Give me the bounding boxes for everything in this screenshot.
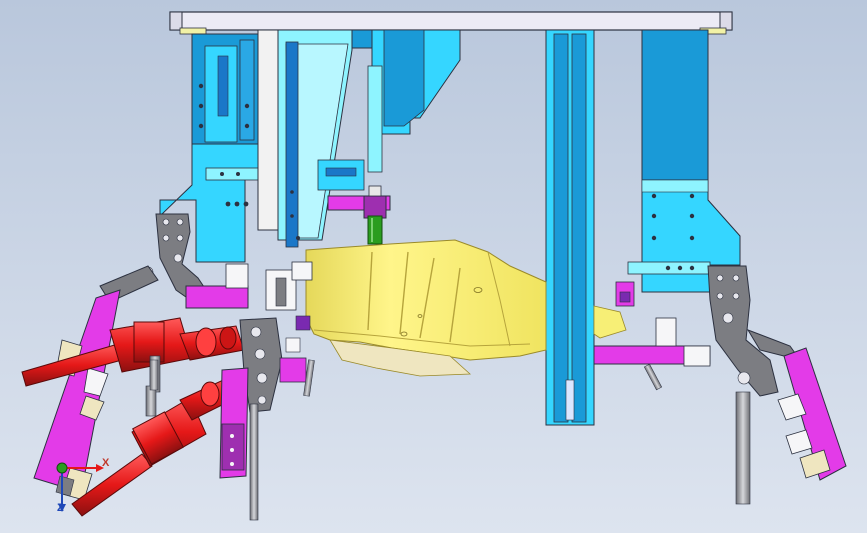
cad-3d-viewport[interactable]: X Z (0, 0, 867, 533)
z-axis-label: Z (57, 502, 64, 514)
vertical-post[interactable] (545, 29, 595, 426)
fixture-assembly-view[interactable] (0, 0, 867, 533)
x-axis-label: X (102, 457, 110, 469)
support-rod (149, 359, 159, 391)
axis-triad: X Z (44, 454, 114, 524)
